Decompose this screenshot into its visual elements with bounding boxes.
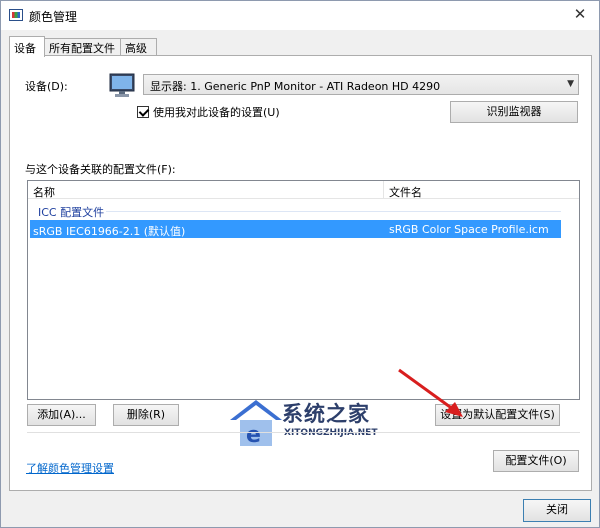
watermark-title: 系统之家 [282,402,370,426]
checkbox-checked-icon[interactable] [137,106,149,118]
icc-profiles-group-label: ICC 配置文件 [38,206,105,219]
tab-devices[interactable]: 设备 [9,36,45,57]
device-select-value: 显示器: 1. Generic PnP Monitor - ATI Radeon… [150,80,441,93]
profiles-list[interactable]: 名称 文件名 ICC 配置文件 sRGB IEC61966-2.1 (默认值) … [27,180,580,400]
devices-panel: 设备(D): 显示器: 1. Generic PnP Monitor - ATI… [9,55,592,491]
title-bar: 颜色管理 ✕ [1,1,599,30]
column-header-filename[interactable]: 文件名 [389,184,422,200]
learn-color-management-link[interactable]: 了解颜色管理设置 [26,460,114,476]
tab-all-profiles[interactable]: 所有配置文件 [44,38,121,56]
associated-profiles-label: 与这个设备关联的配置文件(F): [25,163,176,176]
column-header-name[interactable]: 名称 [33,184,55,200]
profiles-button[interactable]: 配置文件(O) [493,450,579,472]
section-divider [27,432,580,433]
color-management-window: 颜色管理 ✕ 设备 所有配置文件 高级 设备(D): 显示器: 1. Gener… [0,0,600,528]
watermark-logo: e 系统之家 XITONGZHIJIA.NET [226,388,396,452]
window-title: 颜色管理 [29,10,78,24]
list-header: 名称 文件名 [28,181,579,199]
red-arrow-icon [398,368,463,417]
identify-monitors-button[interactable]: 识别监视器 [450,101,578,123]
chevron-down-icon: ▼ [567,79,574,89]
device-select[interactable]: 显示器: 1. Generic PnP Monitor - ATI Radeon… [143,74,579,95]
svg-text:e: e [246,423,261,448]
profile-filename: sRGB Color Space Profile.icm [389,223,549,236]
close-window-icon[interactable]: ✕ [569,4,591,24]
monitor-icon [109,73,135,97]
list-item[interactable]: sRGB IEC61966-2.1 (默认值) sRGB Color Space… [30,220,561,238]
close-button[interactable]: 关闭 [523,499,591,522]
device-label: 设备(D): [25,80,68,93]
watermark-house-icon: e [230,400,282,448]
add-profile-button[interactable]: 添加(A)... [27,404,96,426]
profile-name: sRGB IEC61966-2.1 (默认值) [33,225,186,238]
watermark-subtitle: XITONGZHIJIA.NET [284,428,378,438]
use-my-settings-checkbox[interactable]: 使用我对此设备的设置(U) [137,104,280,120]
group-divider [106,211,561,212]
tab-advanced[interactable]: 高级 [120,38,157,56]
use-my-settings-label: 使用我对此设备的设置(U) [153,106,280,119]
color-management-app-icon [9,9,23,21]
column-divider[interactable] [383,181,384,199]
remove-profile-button[interactable]: 删除(R) [113,404,179,426]
